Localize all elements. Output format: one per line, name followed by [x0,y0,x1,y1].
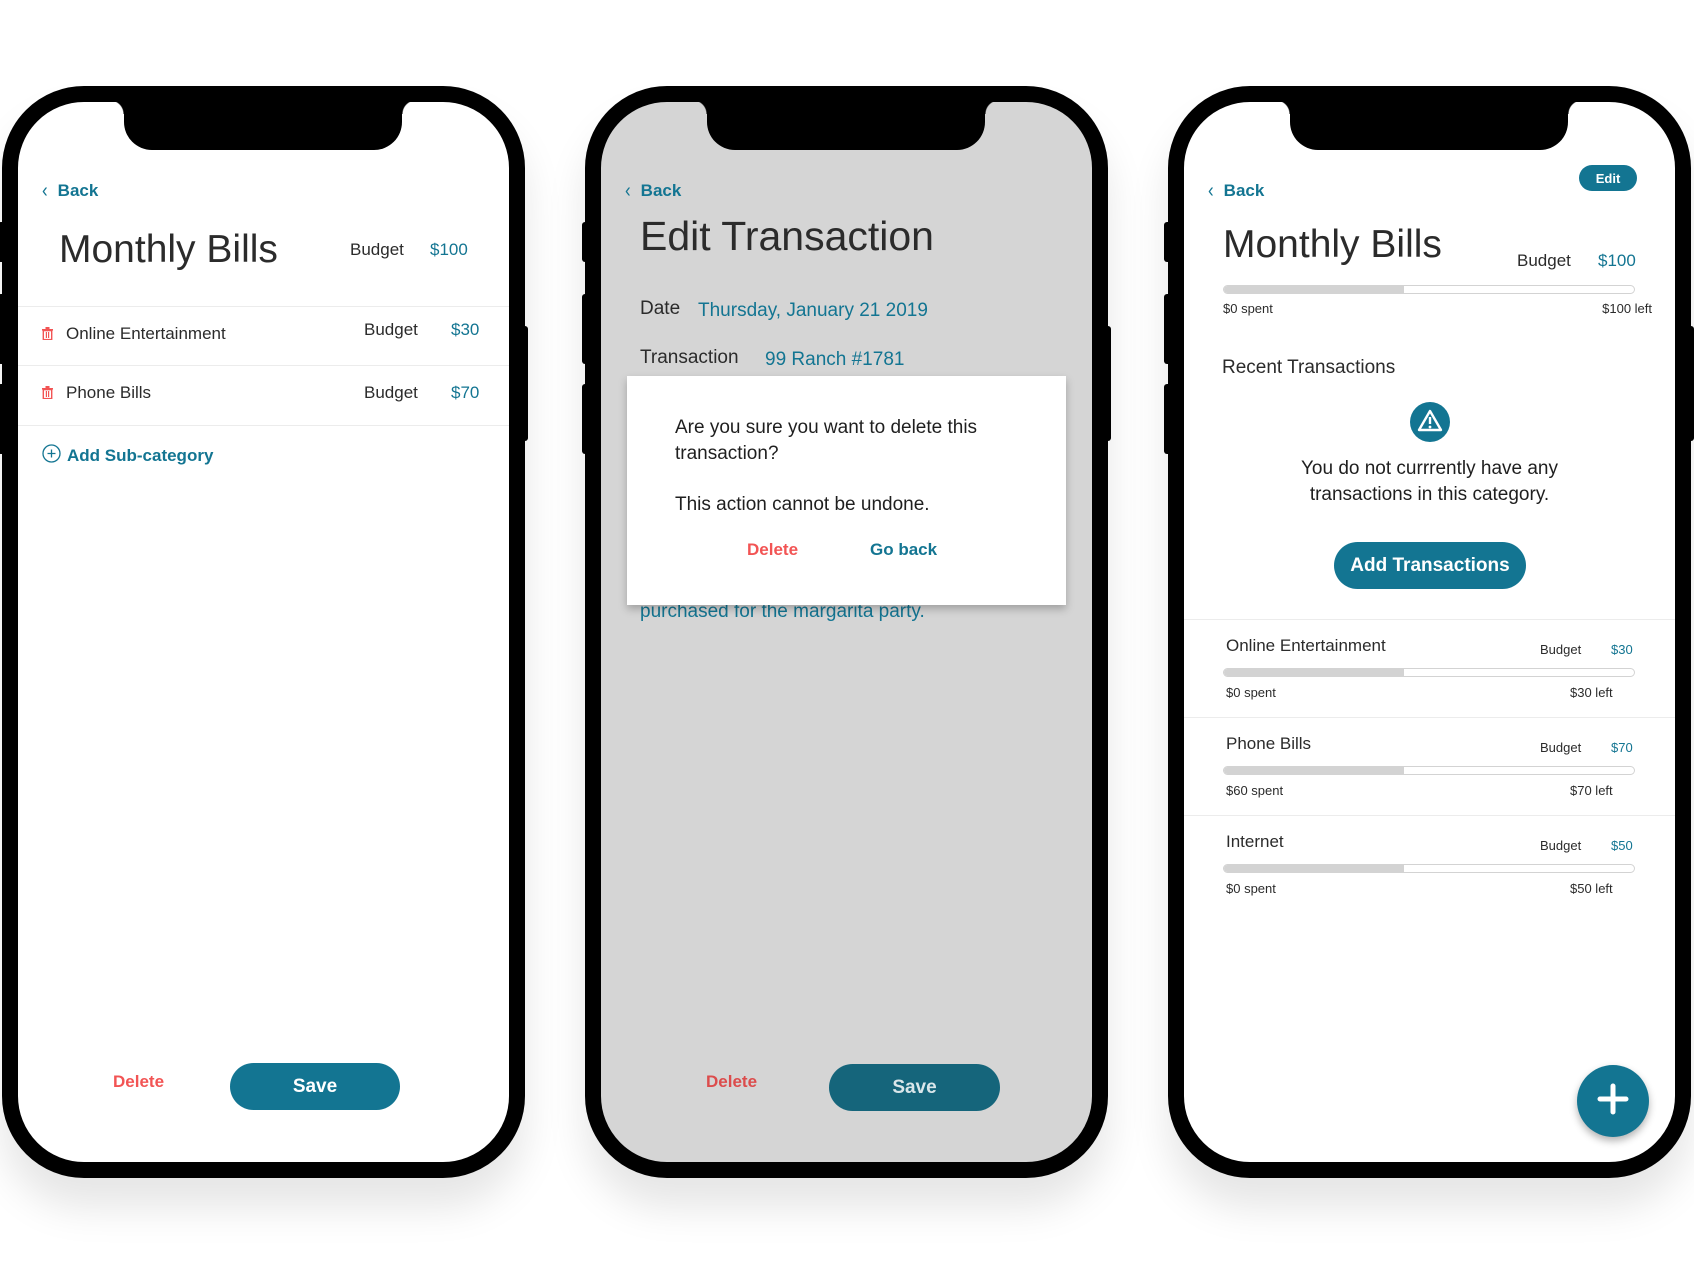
page-title: Monthly Bills [59,228,278,271]
subcategory-name: Phone Bills [66,383,152,402]
transaction-label: Transaction [640,347,739,368]
back-label: Back [57,181,99,200]
progress-fill [1224,669,1405,676]
subcategory-row[interactable]: Phone Bills Budget $70 $60 spent $70 lef… [1184,718,1675,815]
subcategory-spent: $60 spent [1226,783,1284,798]
edit-button[interactable]: Edit [1579,165,1637,191]
notch [1276,102,1582,150]
left-label: $100 left [1602,301,1652,316]
subcategory-row: Phone Bills Budget $70 [18,366,509,424]
progress-fill [1224,286,1405,293]
subcategory-row[interactable]: Online Entertainment Budget $30 $0 spent… [1184,620,1675,717]
recent-transactions-heading: Recent Transactions [1222,357,1396,378]
subcategory-left: $70 left [1570,783,1613,798]
spent-label: $0 spent [1223,301,1273,316]
back-label: Back [640,181,682,200]
budget-progress-bar [1223,285,1635,294]
trash-icon[interactable] [42,327,53,345]
subcategory-budget-value: $30 [1611,642,1633,657]
warning-icon [1410,402,1450,447]
budget-label: Budget [1517,251,1571,270]
budget-value[interactable]: $100 [1598,251,1636,271]
subcategory-name: Online Entertainment [66,324,226,343]
subcategory-left: $50 left [1570,881,1613,896]
subcategory-budget-value: $70 [1611,740,1633,755]
back-button[interactable]: ‹ Back [625,179,682,202]
empty-message-line2: transactions in this category. [1309,484,1550,505]
add-subcategory-label: Add Sub-category [67,446,214,465]
progress-fill [1224,767,1405,774]
phone-frame-2: ‹ Back Edit Transaction Date Thursday, J… [585,86,1108,1178]
save-button[interactable]: Save [829,1064,1000,1111]
delete-button[interactable]: Delete [113,1072,164,1092]
empty-message-line1: You do not currrently have any [1300,458,1559,479]
phone-frame-1: ‹ Back Monthly Bills Budget $100 Online … [2,86,525,1178]
chevron-left-icon: ‹ [1208,179,1214,202]
dialog-warning: This action cannot be undone. [675,494,930,515]
date-value[interactable]: Thursday, January 21 2019 [698,300,928,322]
back-label: Back [1223,181,1265,200]
trash-icon[interactable] [42,386,53,404]
budget-value[interactable]: $100 [430,240,468,260]
subcategory-spent: $0 spent [1226,685,1276,700]
subcategory-left: $30 left [1570,685,1613,700]
back-button[interactable]: ‹ Back [1208,179,1265,202]
chevron-left-icon: ‹ [42,179,48,202]
subcategory-budget-label: Budget [1540,642,1582,657]
subcategory-budget-label: Budget [364,383,418,402]
progress-fill [1224,865,1405,872]
add-subcategory-button[interactable]: Add Sub-category [42,444,213,468]
subcategory-progress-bar [1223,766,1635,775]
subcategory-budget-value: $50 [1611,838,1633,853]
dialog-question: Are you sure you want to delete this tra… [675,417,978,464]
subcategory-name: Online Entertainment [1226,636,1386,655]
plus-circle-icon [42,444,61,468]
subcategory-name: Phone Bills [1226,734,1312,753]
divider [18,425,509,426]
transaction-value[interactable]: 99 Ranch #1781 [765,349,904,371]
delete-confirm-dialog: Are you sure you want to delete this tra… [627,376,1066,605]
phone-frame-3: ‹ Back Edit Monthly Bills Budget $100 $0… [1168,86,1691,1178]
date-label: Date [640,298,681,319]
subcategory-budget-value[interactable]: $70 [451,383,479,403]
dialog-go-back-button[interactable]: Go back [870,540,937,560]
delete-button[interactable]: Delete [706,1072,757,1092]
add-fab-button[interactable] [1577,1065,1649,1137]
subcategory-spent: $0 spent [1226,881,1276,896]
subcategory-progress-bar [1223,668,1635,677]
subcategory-progress-bar [1223,864,1635,873]
budget-label: Budget [350,240,404,259]
subcategory-row: Online Entertainment Budget $30 [18,307,509,363]
subcategory-budget-label: Budget [1540,740,1582,755]
subcategory-name: Internet [1226,832,1284,851]
subcategory-budget-label: Budget [1540,838,1582,853]
page-title: Monthly Bills [1223,223,1442,266]
subcategory-row[interactable]: Internet Budget $50 $0 spent $50 left [1184,816,1675,913]
chevron-left-icon: ‹ [625,179,631,202]
save-button[interactable]: Save [230,1063,400,1110]
back-button[interactable]: ‹ Back [42,179,99,202]
notch [110,102,416,150]
notch [693,102,999,150]
subcategory-budget-value[interactable]: $30 [451,320,479,340]
add-transactions-button[interactable]: Add Transactions [1334,542,1526,589]
dialog-delete-button[interactable]: Delete [747,540,798,560]
plus-icon [1595,1081,1631,1122]
subcategory-budget-label: Budget [364,320,418,339]
page-title: Edit Transaction [640,213,934,259]
